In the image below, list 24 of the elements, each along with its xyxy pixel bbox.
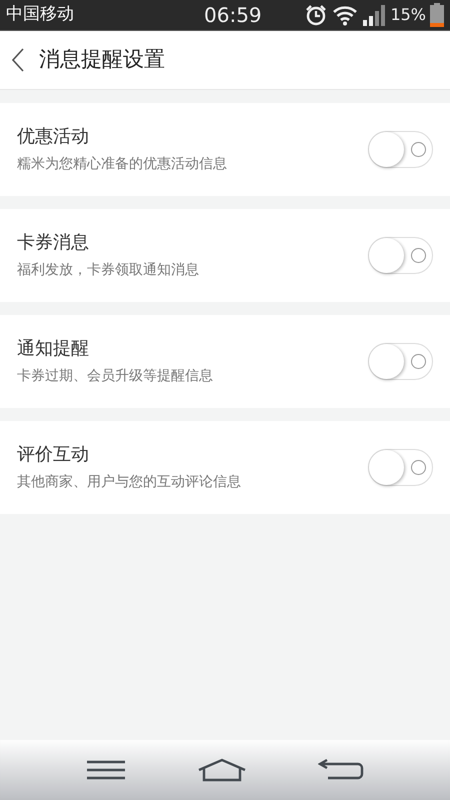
alarm-icon xyxy=(304,3,328,27)
back-icon[interactable] xyxy=(12,48,24,72)
toggle-switch[interactable] xyxy=(368,343,433,380)
battery-percent: 15% xyxy=(390,4,426,26)
setting-description: 卡券过期、会员升级等提醒信息 xyxy=(17,367,214,386)
setting-title: 卡券消息 xyxy=(17,231,90,255)
setting-description: 糯米为您精心准备的优惠活动信息 xyxy=(17,155,228,174)
page-title: 消息提醒设置 xyxy=(39,46,165,74)
wifi-icon xyxy=(332,4,358,26)
battery-icon xyxy=(430,3,444,27)
setting-description: 福利发放，卡券领取通知消息 xyxy=(17,261,200,280)
home-icon[interactable] xyxy=(196,758,247,782)
toggle-switch[interactable] xyxy=(368,449,433,486)
setting-title: 评价互动 xyxy=(17,443,90,467)
toggle-switch[interactable] xyxy=(368,131,433,168)
menu-icon[interactable] xyxy=(86,760,126,780)
setting-title: 通知提醒 xyxy=(17,337,90,361)
setting-description: 其他商家、用户与您的互动评论信息 xyxy=(17,473,242,492)
clock-time: 06:59 xyxy=(204,2,262,29)
carrier-name: 中国移动 xyxy=(6,3,75,26)
toggle-switch[interactable] xyxy=(368,237,433,274)
back-icon[interactable] xyxy=(318,758,364,782)
signal-icon xyxy=(362,3,386,27)
setting-title: 优惠活动 xyxy=(17,125,90,149)
